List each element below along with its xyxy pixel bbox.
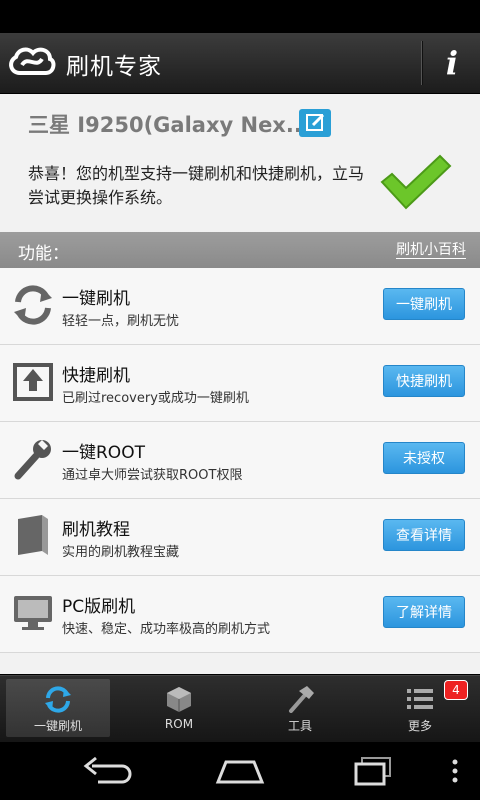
back-icon[interactable] — [76, 752, 136, 790]
support-message: 恭喜！您的机型支持一键刷机和快捷刷机，立马尝试更换操作系统。 — [28, 164, 365, 207]
feature-subtitle: 轻轻一点，刷机无忧 — [62, 314, 180, 329]
sync-icon — [45, 686, 71, 713]
flash-wiki-link[interactable]: 刷机小百科 — [396, 242, 466, 259]
upload-tray-icon — [13, 363, 53, 401]
features-section-header: 功能： 刷机小百科 — [0, 232, 480, 268]
learn-more-button[interactable]: 了解详情 — [383, 596, 465, 628]
overflow-menu-icon[interactable] — [440, 752, 470, 790]
feature-title: PC版刷机 — [62, 597, 136, 617]
section-title: 功能： — [18, 244, 69, 264]
title-divider — [421, 41, 422, 85]
check-icon — [380, 154, 452, 210]
feature-subtitle: 通过卓大师尝试获取ROOT权限 — [62, 468, 243, 483]
recent-apps-icon[interactable] — [344, 752, 404, 790]
main-content: 三星 I9250(Galaxy Nex... 恭喜！您的机型支持一键刷机和快捷刷… — [0, 94, 480, 674]
edit-device-button[interactable] — [299, 109, 331, 137]
device-row: 三星 I9250(Galaxy Nex... — [0, 94, 480, 150]
book-icon — [18, 515, 48, 555]
title-bar: 刷机专家 i — [0, 33, 480, 94]
tab-tools[interactable]: 工具 — [248, 679, 352, 737]
wrench-icon — [14, 440, 51, 480]
feature-subtitle: 实用的刷机教程宝藏 — [62, 545, 180, 560]
feature-item-quick-flash[interactable]: 快捷刷机 已刷过recovery或成功一键刷机 快捷刷机 — [0, 345, 480, 422]
cloud-logo-icon — [9, 47, 56, 75]
refresh-arrows-icon — [14, 285, 52, 325]
feature-item-one-click-flash[interactable]: 一键刷机 轻轻一点，刷机无忧 一键刷机 — [0, 268, 480, 345]
tab-label: 工具 — [287, 719, 312, 733]
feature-item-one-click-root[interactable]: 一键ROOT 通过卓大师尝试获取ROOT权限 未授权 — [0, 422, 480, 499]
notification-badge: 4 — [444, 680, 468, 700]
one-click-flash-button[interactable]: 一键刷机 — [383, 288, 465, 320]
feature-subtitle: 快速、稳定、成功率极高的刷机方式 — [62, 622, 271, 637]
hammer-icon — [289, 686, 314, 713]
quick-flash-button[interactable]: 快捷刷机 — [383, 365, 465, 397]
edit-icon — [306, 113, 325, 131]
info-button[interactable]: i — [432, 39, 472, 87]
feature-title: 刷机教程 — [62, 520, 130, 540]
cube-icon — [167, 687, 191, 712]
system-nav-bar — [0, 742, 480, 800]
device-name: 三星 I9250(Galaxy Nex... — [28, 113, 310, 137]
feature-item-flash-tutorial[interactable]: 刷机教程 实用的刷机教程宝藏 查看详情 — [0, 499, 480, 576]
unauthorized-button[interactable]: 未授权 — [383, 442, 465, 474]
feature-title: 一键刷机 — [62, 289, 130, 309]
app-title: 刷机专家 — [66, 54, 162, 80]
feature-title: 一键ROOT — [62, 443, 145, 463]
home-icon[interactable] — [210, 752, 270, 790]
view-details-button[interactable]: 查看详情 — [383, 519, 465, 551]
list-icon — [407, 689, 433, 709]
monitor-icon — [14, 596, 52, 630]
bottom-tab-bar: 一键刷机 ROM 工具 更多 — [0, 675, 480, 742]
feature-subtitle: 已刷过recovery或成功一键刷机 — [62, 391, 249, 406]
feature-item-pc-flash[interactable]: PC版刷机 快速、稳定、成功率极高的刷机方式 了解详情 — [0, 576, 480, 653]
feature-list: 一键刷机 轻轻一点，刷机无忧 一键刷机 快捷刷机 已刷过recovery或成功一… — [0, 268, 480, 653]
feature-title: 快捷刷机 — [62, 366, 130, 386]
tab-label: 更多 — [407, 719, 432, 733]
tab-one-click-flash[interactable]: 一键刷机 — [6, 679, 110, 737]
tab-label: ROM — [164, 717, 194, 731]
status-bar — [0, 0, 480, 33]
tab-label: 一键刷机 — [33, 719, 82, 733]
tab-rom[interactable]: ROM — [127, 679, 231, 737]
